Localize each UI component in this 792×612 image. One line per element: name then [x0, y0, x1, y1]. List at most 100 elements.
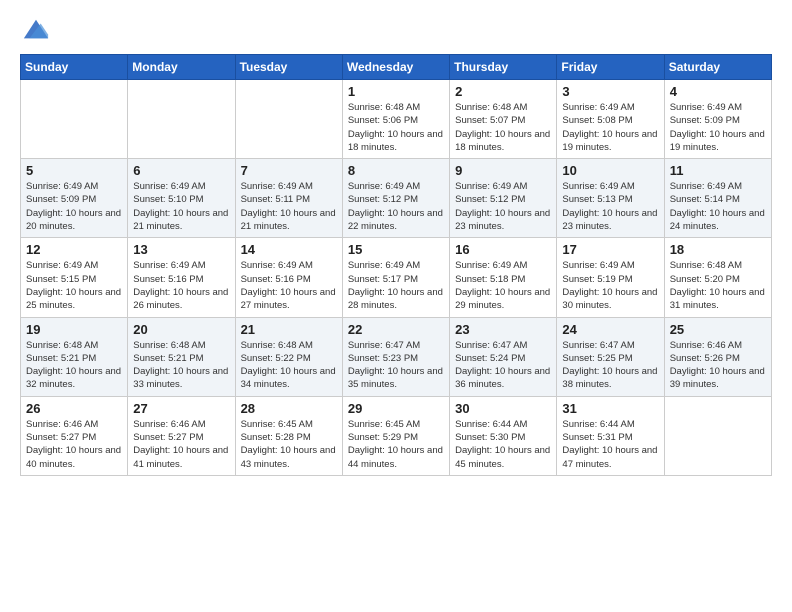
calendar-header-row: SundayMondayTuesdayWednesdayThursdayFrid… — [21, 55, 772, 80]
day-info: Sunrise: 6:44 AM Sunset: 5:31 PM Dayligh… — [562, 418, 658, 471]
day-cell: 30Sunrise: 6:44 AM Sunset: 5:30 PM Dayli… — [450, 396, 557, 475]
week-row-4: 19Sunrise: 6:48 AM Sunset: 5:21 PM Dayli… — [21, 317, 772, 396]
day-cell: 4 Sunrise: 6:49 AM Sunset: 5:09 PM Daylig… — [664, 80, 771, 159]
day-cell: 28Sunrise: 6:45 AM Sunset: 5:28 PM Dayli… — [235, 396, 342, 475]
day-number: 15 — [348, 242, 444, 257]
day-number: 25 — [670, 322, 766, 337]
day-number: 18 — [670, 242, 766, 257]
day-cell: 31 Sunrise: 6:44 AM Sunset: 5:31 PM Dayli… — [557, 396, 664, 475]
day-cell: 29 Sunrise: 6:45 AM Sunset: 5:29 PM Dayli… — [342, 396, 449, 475]
day-cell: 10 Sunrise: 6:49 AM Sunset: 5:13 PM Dayli… — [557, 159, 664, 238]
day-cell: 13Sunrise: 6:49 AM Sunset: 5:16 PM Dayli… — [128, 238, 235, 317]
day-cell: 15Sunrise: 6:49 AM Sunset: 5:17 PM Dayli… — [342, 238, 449, 317]
week-row-3: 12 Sunrise: 6:49 AM Sunset: 5:15 PM Dayli… — [21, 238, 772, 317]
day-cell — [128, 80, 235, 159]
day-cell: 19Sunrise: 6:48 AM Sunset: 5:21 PM Dayli… — [21, 317, 128, 396]
day-number: 4 — [670, 84, 766, 99]
calendar-table: SundayMondayTuesdayWednesdayThursdayFrid… — [20, 54, 772, 476]
day-cell — [21, 80, 128, 159]
day-number: 3 — [562, 84, 658, 99]
day-cell: 21 Sunrise: 6:48 AM Sunset: 5:22 PM Dayli… — [235, 317, 342, 396]
day-number: 17 — [562, 242, 658, 257]
day-info: Sunrise: 6:47 AM Sunset: 5:25 PM Dayligh… — [562, 339, 658, 392]
day-cell: 6 Sunrise: 6:49 AM Sunset: 5:10 PM Daylig… — [128, 159, 235, 238]
day-info: Sunrise: 6:49 AM Sunset: 5:15 PM Dayligh… — [26, 259, 122, 312]
day-info: Sunrise: 6:49 AM Sunset: 5:16 PM Dayligh… — [241, 259, 337, 312]
day-cell: 25 Sunrise: 6:46 AM Sunset: 5:26 PM Dayli… — [664, 317, 771, 396]
day-info: Sunrise: 6:49 AM Sunset: 5:12 PM Dayligh… — [455, 180, 551, 233]
day-info: Sunrise: 6:49 AM Sunset: 5:14 PM Dayligh… — [670, 180, 766, 233]
day-info: Sunrise: 6:49 AM Sunset: 5:12 PM Dayligh… — [348, 180, 444, 233]
day-info: Sunrise: 6:48 AM Sunset: 5:06 PM Dayligh… — [348, 101, 444, 154]
day-number: 5 — [26, 163, 122, 178]
day-info: Sunrise: 6:49 AM Sunset: 5:13 PM Dayligh… — [562, 180, 658, 233]
day-info: Sunrise: 6:49 AM Sunset: 5:19 PM Dayligh… — [562, 259, 658, 312]
day-info: Sunrise: 6:49 AM Sunset: 5:09 PM Dayligh… — [670, 101, 766, 154]
day-header-tuesday: Tuesday — [235, 55, 342, 80]
day-cell: 26 Sunrise: 6:46 AM Sunset: 5:27 PM Dayli… — [21, 396, 128, 475]
day-number: 27 — [133, 401, 229, 416]
day-info: Sunrise: 6:47 AM Sunset: 5:23 PM Dayligh… — [348, 339, 444, 392]
day-info: Sunrise: 6:48 AM Sunset: 5:21 PM Dayligh… — [26, 339, 122, 392]
day-info: Sunrise: 6:48 AM Sunset: 5:21 PM Dayligh… — [133, 339, 229, 392]
day-cell: 1 Sunrise: 6:48 AM Sunset: 5:06 PM Daylig… — [342, 80, 449, 159]
day-info: Sunrise: 6:46 AM Sunset: 5:26 PM Dayligh… — [670, 339, 766, 392]
logo — [20, 16, 50, 44]
day-number: 31 — [562, 401, 658, 416]
day-number: 20 — [133, 322, 229, 337]
day-number: 21 — [241, 322, 337, 337]
day-number: 29 — [348, 401, 444, 416]
day-cell: 22 Sunrise: 6:47 AM Sunset: 5:23 PM Dayli… — [342, 317, 449, 396]
day-number: 7 — [241, 163, 337, 178]
day-number: 6 — [133, 163, 229, 178]
day-header-wednesday: Wednesday — [342, 55, 449, 80]
day-header-saturday: Saturday — [664, 55, 771, 80]
day-number: 10 — [562, 163, 658, 178]
day-info: Sunrise: 6:49 AM Sunset: 5:11 PM Dayligh… — [241, 180, 337, 233]
day-cell: 8Sunrise: 6:49 AM Sunset: 5:12 PM Daylig… — [342, 159, 449, 238]
day-info: Sunrise: 6:49 AM Sunset: 5:16 PM Dayligh… — [133, 259, 229, 312]
day-cell: 23 Sunrise: 6:47 AM Sunset: 5:24 PM Dayli… — [450, 317, 557, 396]
header — [20, 16, 772, 44]
day-number: 14 — [241, 242, 337, 257]
day-cell: 12 Sunrise: 6:49 AM Sunset: 5:15 PM Dayli… — [21, 238, 128, 317]
day-info: Sunrise: 6:49 AM Sunset: 5:18 PM Dayligh… — [455, 259, 551, 312]
day-info: Sunrise: 6:48 AM Sunset: 5:07 PM Dayligh… — [455, 101, 551, 154]
day-header-friday: Friday — [557, 55, 664, 80]
day-info: Sunrise: 6:44 AM Sunset: 5:30 PM Dayligh… — [455, 418, 551, 471]
day-info: Sunrise: 6:46 AM Sunset: 5:27 PM Dayligh… — [133, 418, 229, 471]
day-info: Sunrise: 6:49 AM Sunset: 5:08 PM Dayligh… — [562, 101, 658, 154]
day-info: Sunrise: 6:47 AM Sunset: 5:24 PM Dayligh… — [455, 339, 551, 392]
day-info: Sunrise: 6:46 AM Sunset: 5:27 PM Dayligh… — [26, 418, 122, 471]
day-info: Sunrise: 6:45 AM Sunset: 5:28 PM Dayligh… — [241, 418, 337, 471]
day-header-monday: Monday — [128, 55, 235, 80]
day-number: 16 — [455, 242, 551, 257]
day-info: Sunrise: 6:49 AM Sunset: 5:10 PM Dayligh… — [133, 180, 229, 233]
page: SundayMondayTuesdayWednesdayThursdayFrid… — [0, 0, 792, 496]
day-info: Sunrise: 6:48 AM Sunset: 5:20 PM Dayligh… — [670, 259, 766, 312]
day-cell: 3 Sunrise: 6:49 AM Sunset: 5:08 PM Daylig… — [557, 80, 664, 159]
week-row-5: 26 Sunrise: 6:46 AM Sunset: 5:27 PM Dayli… — [21, 396, 772, 475]
day-number: 26 — [26, 401, 122, 416]
day-cell: 27 Sunrise: 6:46 AM Sunset: 5:27 PM Dayli… — [128, 396, 235, 475]
day-info: Sunrise: 6:45 AM Sunset: 5:29 PM Dayligh… — [348, 418, 444, 471]
day-cell: 9 Sunrise: 6:49 AM Sunset: 5:12 PM Daylig… — [450, 159, 557, 238]
day-cell — [664, 396, 771, 475]
day-info: Sunrise: 6:48 AM Sunset: 5:22 PM Dayligh… — [241, 339, 337, 392]
logo-icon — [22, 16, 50, 44]
day-number: 2 — [455, 84, 551, 99]
day-cell: 17 Sunrise: 6:49 AM Sunset: 5:19 PM Dayli… — [557, 238, 664, 317]
day-number: 24 — [562, 322, 658, 337]
day-number: 1 — [348, 84, 444, 99]
day-number: 9 — [455, 163, 551, 178]
day-header-sunday: Sunday — [21, 55, 128, 80]
day-number: 23 — [455, 322, 551, 337]
day-info: Sunrise: 6:49 AM Sunset: 5:09 PM Dayligh… — [26, 180, 122, 233]
day-cell: 14 Sunrise: 6:49 AM Sunset: 5:16 PM Dayli… — [235, 238, 342, 317]
day-cell: 5 Sunrise: 6:49 AM Sunset: 5:09 PM Daylig… — [21, 159, 128, 238]
day-number: 12 — [26, 242, 122, 257]
day-cell: 24 Sunrise: 6:47 AM Sunset: 5:25 PM Dayli… — [557, 317, 664, 396]
day-cell: 20 Sunrise: 6:48 AM Sunset: 5:21 PM Dayli… — [128, 317, 235, 396]
day-cell — [235, 80, 342, 159]
day-number: 22 — [348, 322, 444, 337]
